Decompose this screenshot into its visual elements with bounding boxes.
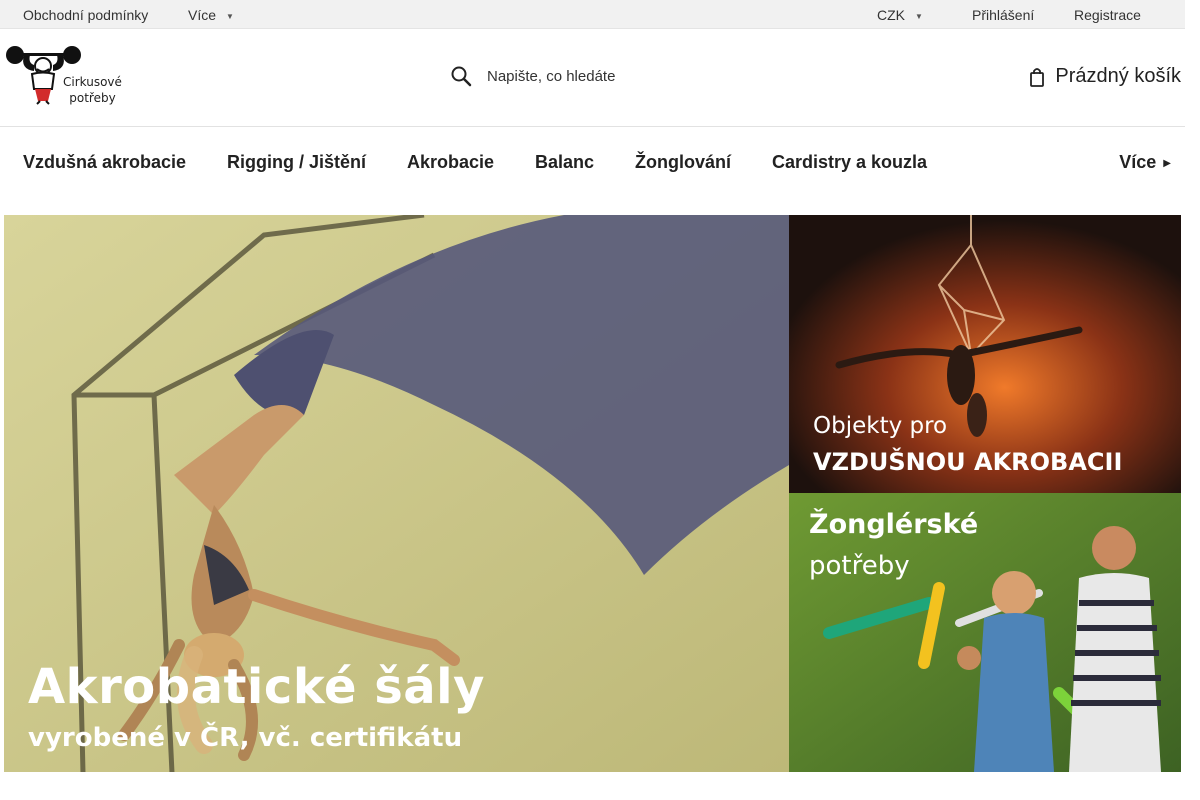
banner-juggling[interactable]: Žonglérské potřeby [789,493,1181,772]
search-input[interactable] [487,67,787,85]
nav-item-juggling[interactable]: Žonglování [635,152,731,173]
currency-label: CZK [877,7,905,23]
cart-label: Prázdný košík [1055,65,1181,87]
nav-item-acrobatics[interactable]: Akrobacie [407,152,494,173]
register-link[interactable]: Registrace [1074,7,1141,23]
banner-aerial-silks-subtitle: vyrobené v ČR, vč. certifikátu [28,723,463,753]
nav-item-rigging[interactable]: Rigging / Jištění [227,152,366,173]
nav-item-balance[interactable]: Balanc [535,152,594,173]
cart-button[interactable]: Prázdný košík [1029,65,1181,88]
top-bar: Obchodní podmínky Více ▼ CZK ▼ Přihlášení … [0,0,1185,29]
search-icon[interactable] [450,65,472,87]
nav-more-menu[interactable]: Více ▶ [1119,152,1171,173]
chevron-down-icon: ▼ [226,12,234,21]
login-link[interactable]: Přihlášení [972,7,1034,23]
banner-juggling-subtitle: potřeby [809,551,910,581]
top-more-label: Více [188,7,217,23]
site-header: Cirkusové potřeby Prázdný košík [0,29,1185,127]
nav-item-cardistry[interactable]: Cardistry a kouzla [772,152,927,173]
banner-aerial-silks-title: Akrobatické šály [28,659,485,715]
banner-aerial-objects-title: Objekty pro [813,413,948,439]
nav-more-label: Více [1119,152,1157,172]
logo-text-line2: potřeby [69,91,116,105]
logo[interactable]: Cirkusové potřeby [4,43,144,105]
banner-aerial-silks[interactable]: Akrobatické šály vyrobené v ČR, vč. cert… [4,215,789,772]
chevron-right-icon: ▶ [1163,158,1171,169]
chevron-down-icon: ▼ [915,12,923,21]
terms-link[interactable]: Obchodní podmínky [23,7,148,23]
top-more-menu[interactable]: Více ▼ [188,7,234,23]
currency-selector[interactable]: CZK ▼ [877,7,923,23]
logo-text-line1: Cirkusové [63,75,122,89]
logo-text: Cirkusové potřeby [63,74,122,106]
banner-juggling-title: Žonglérské [809,509,979,540]
nav-item-aerial-acrobatics[interactable]: Vzdušná akrobacie [23,152,186,173]
search-box[interactable] [450,63,787,89]
cart-icon [1030,67,1045,87]
main-navigation: Vzdušná akrobacie Rigging / Jištění Akro… [0,128,1185,194]
banner-aerial-objects-subtitle: VZDUŠNOU AKROBACII [813,448,1123,476]
banner-aerial-objects[interactable]: Objekty pro VZDUŠNOU AKROBACII [789,215,1181,493]
